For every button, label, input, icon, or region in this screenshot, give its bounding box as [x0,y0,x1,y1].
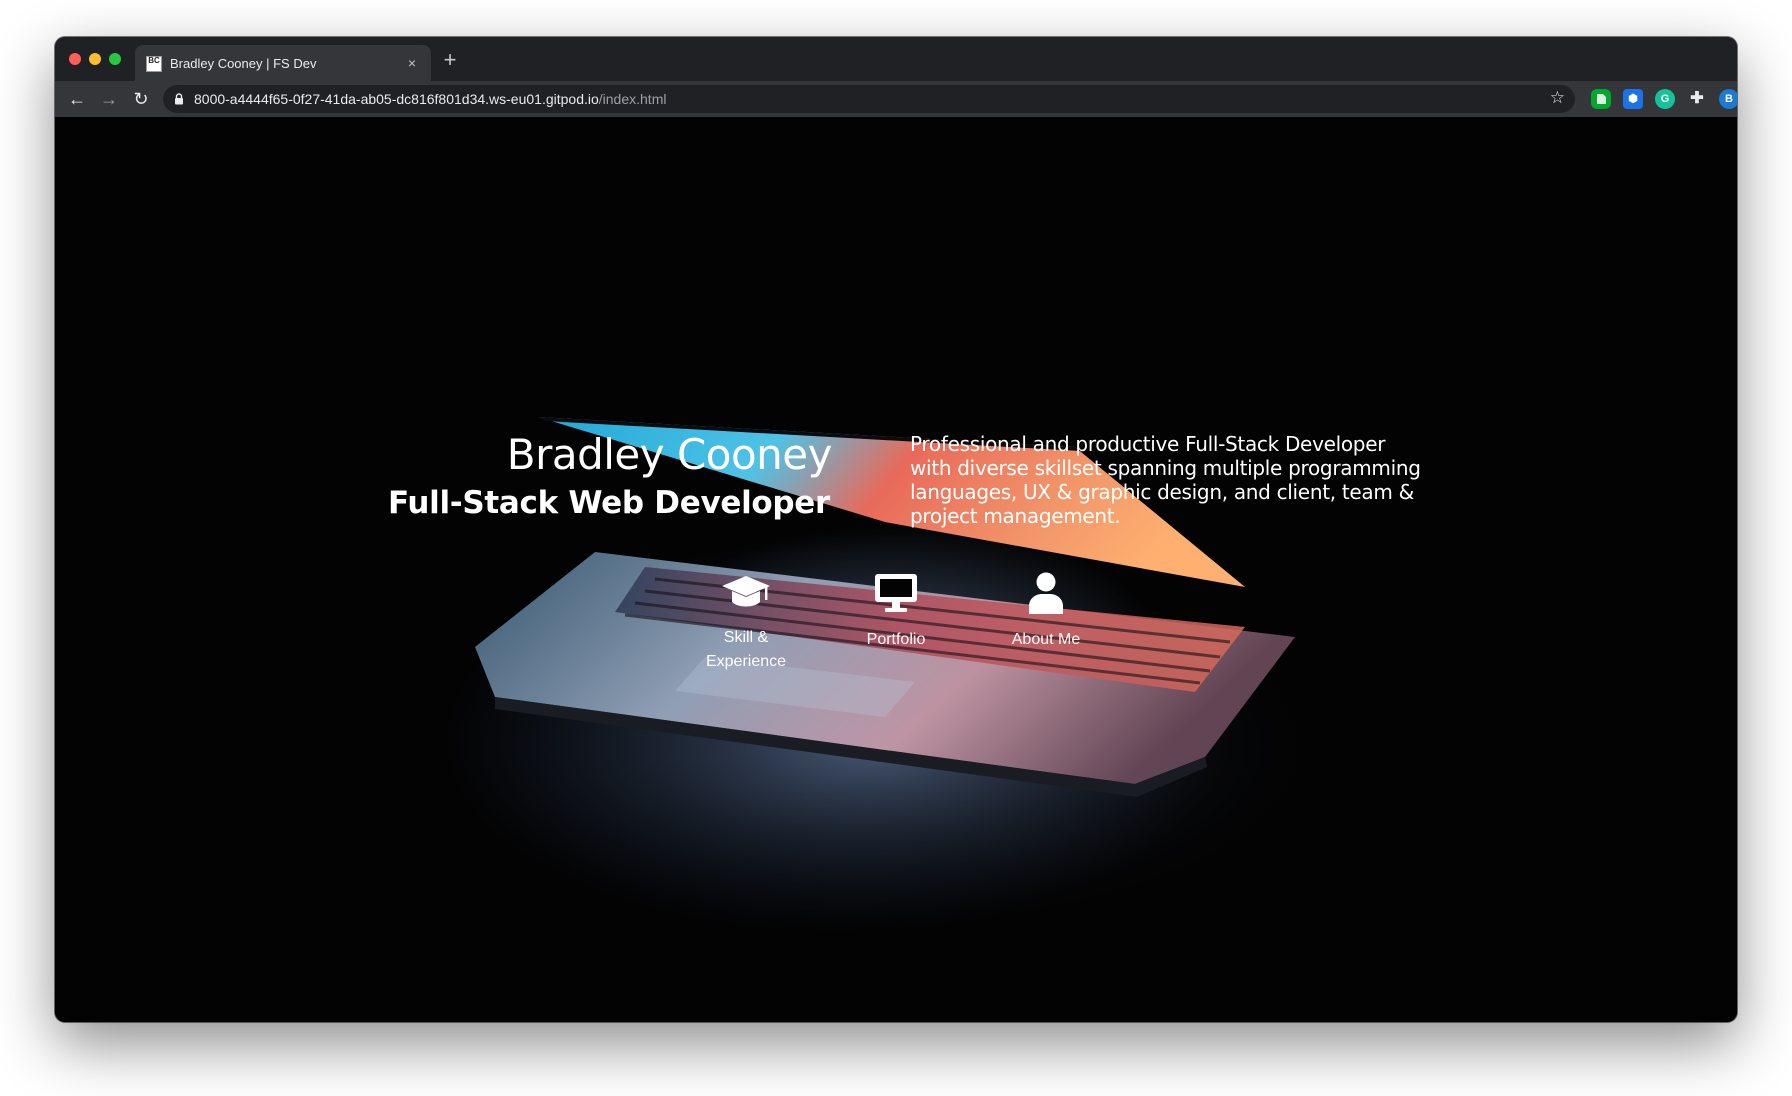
new-tab-button[interactable]: + [439,49,461,72]
browser-tab[interactable]: BC Bradley Cooney | FS Dev × [135,45,431,81]
address-bar[interactable]: 8000-a4444f65-0f27-41da-ab05-dc816f801d3… [163,85,1575,113]
minimize-window-button[interactable] [89,53,101,65]
skill-experience-label: Skill & Experience [705,629,787,670]
cube-extension-icon[interactable]: ⬢ [1623,89,1643,109]
evernote-extension-icon[interactable] [1591,89,1611,109]
user-icon [1029,572,1063,614]
hero-name: Bradley Cooney [506,430,833,479]
portfolio-label: Portfolio [866,631,926,648]
hero-description: Professional and productive Full-Stack D… [910,432,1421,528]
browser-toolbar: ← → ↻ 8000-a4444f65-0f27-41da-ab05-dc816… [55,81,1737,117]
bookmark-star-icon[interactable]: ☆ [1550,88,1565,108]
profile-avatar[interactable]: B [1719,89,1737,109]
maximize-window-button[interactable] [109,53,121,65]
about-me-link[interactable]: About Me [991,572,1101,652]
skill-experience-link[interactable]: Skill & Experience [691,572,801,674]
portfolio-link[interactable]: Portfolio [841,572,951,652]
back-button[interactable]: ← [66,88,88,110]
tab-title: Bradley Cooney | FS Dev [170,56,317,71]
lock-icon [175,93,183,105]
url-text: 8000-a4444f65-0f27-41da-ab05-dc816f801d3… [194,91,667,107]
browser-window: BC Bradley Cooney | FS Dev × + ← → ↻ 800… [55,37,1737,1022]
tab-strip: BC Bradley Cooney | FS Dev × + [55,37,1737,81]
reload-button[interactable]: ↻ [130,88,152,110]
about-me-label: About Me [1011,631,1081,648]
grammarly-extension-icon[interactable]: G [1655,89,1675,109]
hero-role: Full-Stack Web Developer [388,485,830,521]
close-window-button[interactable] [69,53,81,65]
hero-section: Bradley Cooney Full-Stack Web Developer … [55,117,1737,1022]
forward-button[interactable]: → [98,88,120,110]
close-tab-icon[interactable]: × [403,54,421,72]
graduation-cap-icon [722,576,770,607]
extensions-puzzle-icon[interactable]: ✚ [1687,89,1707,109]
favicon-icon: BC [146,56,162,72]
desktop-icon [875,574,917,612]
laptop-background-image [415,417,1335,937]
